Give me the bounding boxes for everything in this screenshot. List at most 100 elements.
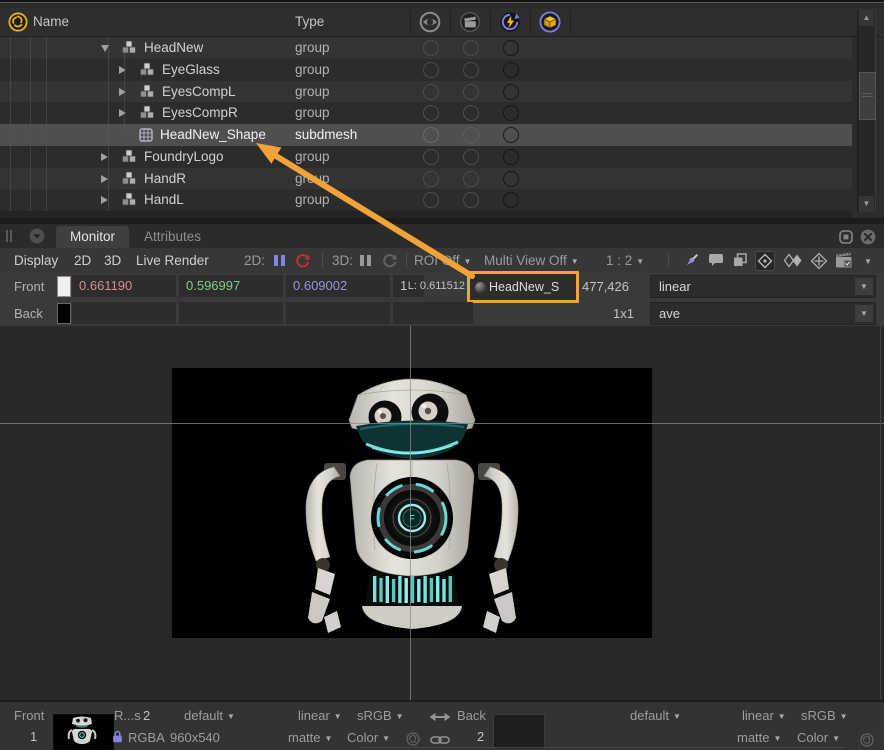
table-row[interactable]: HandL group: [0, 189, 852, 211]
visibility-toggle[interactable]: [423, 192, 439, 208]
back-color-swatch[interactable]: [57, 303, 71, 324]
visibility-toggle[interactable]: [423, 84, 439, 100]
live-render-toggle[interactable]: [503, 171, 519, 187]
close-pane-icon[interactable]: [860, 229, 876, 248]
visibility-toggle[interactable]: [423, 127, 439, 143]
node-name[interactable]: EyeGlass: [162, 62, 220, 77]
front-colorspace-dropdown[interactable]: linear▼: [650, 275, 876, 298]
multi-view-dropdown[interactable]: Multi View Off▼: [484, 253, 579, 268]
viewer-box-icon[interactable]: [539, 11, 561, 36]
front-matte-dropdown[interactable]: matte▼: [288, 730, 332, 745]
front-buffer-thumbnail[interactable]: [53, 714, 114, 750]
expander-collapsed-icon[interactable]: [101, 153, 108, 161]
live-render-toggle[interactable]: [503, 84, 519, 100]
average-mode-dropdown[interactable]: ave▼: [650, 302, 876, 325]
lock-icon[interactable]: [112, 730, 123, 746]
visibility-toggle[interactable]: [423, 105, 439, 121]
live-render-toggle[interactable]: [503, 149, 519, 165]
copy-layers-icon[interactable]: [732, 252, 748, 271]
live-render-toggle[interactable]: [503, 105, 519, 121]
pause-2d-icon[interactable]: [274, 255, 286, 266]
render-toggle[interactable]: [463, 127, 479, 143]
refresh-2d-icon[interactable]: [294, 253, 310, 272]
back-view-dropdown[interactable]: Color▼: [797, 730, 840, 745]
swap-buffers-icon[interactable]: [429, 711, 451, 726]
menu-3d[interactable]: 3D: [104, 253, 121, 268]
visibility-toggle[interactable]: [423, 40, 439, 56]
expander-collapsed-icon[interactable]: [101, 196, 108, 204]
scroll-down-button[interactable]: ▼: [859, 196, 874, 212]
node-name[interactable]: HeadNew_Shape: [160, 127, 266, 142]
render-toggle[interactable]: [463, 62, 479, 78]
pause-3d-icon[interactable]: [360, 255, 372, 266]
node-name[interactable]: FoundryLogo: [144, 149, 224, 164]
node-name[interactable]: HeadNew: [144, 40, 203, 55]
center-image-icon[interactable]: [810, 252, 828, 273]
roi-dropdown[interactable]: ROI Off▼: [414, 253, 471, 268]
visibility-eye-icon[interactable]: [419, 11, 441, 36]
tab-attributes[interactable]: Attributes: [130, 226, 215, 248]
render-toggle[interactable]: [463, 149, 479, 165]
link-buffers-icon[interactable]: [430, 733, 450, 748]
vertical-scrollbar[interactable]: ▲ ▼: [857, 10, 876, 212]
back-matte-dropdown[interactable]: matte▼: [737, 730, 781, 745]
pane-grip-handle[interactable]: [6, 230, 8, 242]
monitored-node-field[interactable]: HeadNew_S: [470, 274, 576, 300]
front-view-dropdown[interactable]: Color▼: [347, 730, 390, 745]
menu-2d[interactable]: 2D: [74, 253, 91, 268]
eyedropper-icon[interactable]: [684, 252, 700, 271]
scroll-up-button[interactable]: ▲: [859, 10, 874, 26]
live-render-toggle[interactable]: [503, 40, 519, 56]
column-header-type[interactable]: Type: [295, 14, 324, 29]
render-toggle[interactable]: [463, 40, 479, 56]
refresh-3d-icon[interactable]: [381, 253, 397, 272]
live-render-toggle[interactable]: [503, 127, 519, 143]
front-preset-dropdown[interactable]: default▼: [184, 708, 235, 723]
zoom-level-dropdown[interactable]: 1 : 2▼: [606, 253, 644, 268]
render-toggle[interactable]: [463, 84, 479, 100]
back-buffer-thumbnail[interactable]: [493, 714, 545, 750]
front-color-swatch[interactable]: [57, 276, 71, 297]
table-row[interactable]: FoundryLogo group: [0, 146, 852, 168]
monitor-viewport[interactable]: F: [0, 326, 884, 700]
live-render-toggle[interactable]: [503, 192, 519, 208]
front-buffer-name[interactable]: R...s: [114, 708, 141, 723]
visibility-toggle[interactable]: [423, 149, 439, 165]
toolbar-more-dropdown-icon[interactable]: ▼: [864, 257, 872, 266]
compare-buffers-icon[interactable]: [784, 253, 802, 271]
column-header-name[interactable]: Name: [33, 14, 69, 29]
horizontal-scroll-strip[interactable]: [0, 211, 852, 218]
expander-collapsed-icon[interactable]: [101, 175, 108, 183]
live-render-toggle[interactable]: [503, 62, 519, 78]
render-toggle[interactable]: [463, 192, 479, 208]
tab-monitor[interactable]: Monitor: [56, 226, 129, 248]
gamut-warning-icon[interactable]: [755, 251, 775, 274]
live-render-refresh-icon[interactable]: [499, 11, 521, 36]
table-row[interactable]: EyesCompR group: [0, 102, 852, 124]
menu-display[interactable]: Display: [14, 253, 58, 268]
table-row[interactable]: EyeGlass group: [0, 59, 852, 81]
back-colorspace-dropdown[interactable]: linear▼: [742, 708, 786, 723]
table-row[interactable]: EyesCompL group: [0, 81, 852, 103]
visibility-toggle[interactable]: [423, 62, 439, 78]
table-row[interactable]: HeadNew group: [0, 37, 852, 59]
maximize-pane-icon[interactable]: [838, 229, 854, 248]
pane-menu-icon[interactable]: [29, 228, 45, 247]
node-name[interactable]: HandR: [144, 171, 186, 186]
render-toggle[interactable]: [463, 105, 479, 121]
render-movie-icon[interactable]: [834, 252, 854, 272]
front-colorspace-dropdown[interactable]: linear▼: [298, 708, 342, 723]
table-row[interactable]: HandR group: [0, 168, 852, 190]
visibility-toggle[interactable]: [423, 171, 439, 187]
front-display-dropdown[interactable]: sRGB▼: [357, 708, 404, 723]
back-display-dropdown[interactable]: sRGB▼: [801, 708, 848, 723]
back-preset-dropdown[interactable]: default▼: [630, 708, 681, 723]
node-name[interactable]: EyesCompR: [162, 105, 238, 120]
scroll-thumb[interactable]: [859, 72, 876, 120]
dropdown-button-icon[interactable]: ▼: [855, 278, 873, 295]
dropdown-button-icon[interactable]: ▼: [855, 305, 873, 322]
render-clapper-icon[interactable]: [459, 11, 481, 36]
node-name[interactable]: HandL: [144, 192, 184, 207]
menu-live-render[interactable]: Live Render: [136, 253, 209, 268]
comment-bubble-icon[interactable]: [708, 253, 724, 270]
